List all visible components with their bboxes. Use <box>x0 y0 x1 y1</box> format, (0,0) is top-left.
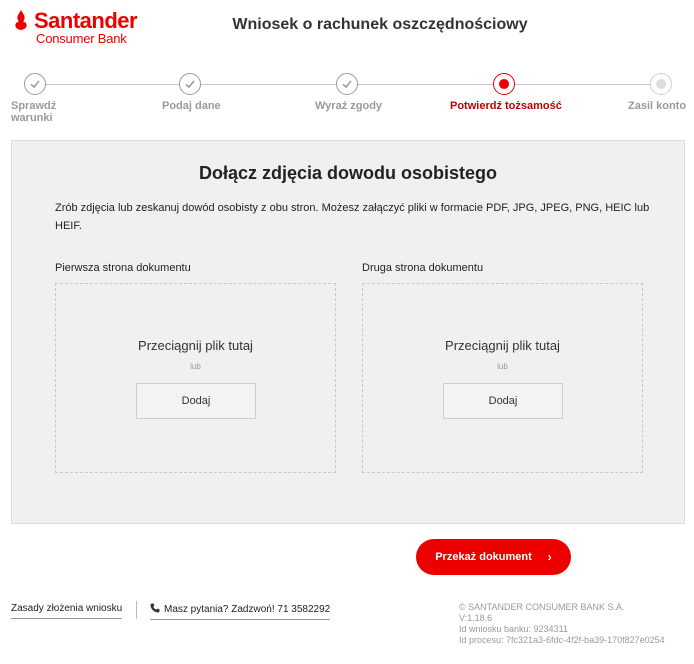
step-label-wyraz-zgody: Wyraź zgody <box>315 100 383 112</box>
section-title: Dołącz zdjęcia dowodu osobistego <box>198 163 498 183</box>
drop-text: Przeciągnij plik tutaj <box>445 338 560 353</box>
step-2-check-icon <box>179 73 201 95</box>
stepper-connector <box>201 84 336 85</box>
step-label-potwierdz-tozsamosc: Potwierdź tożsamość <box>450 100 562 112</box>
chevron-right-icon: › <box>547 550 552 564</box>
submit-label: Przekaż dokument <box>435 551 532 563</box>
step-5-dot-icon <box>650 73 672 95</box>
add-file-button-back[interactable]: Dodaj <box>443 383 563 419</box>
bank-id-text: Id wniosku banku: 9234311 <box>459 624 568 634</box>
rules-link[interactable]: Zasady złożenia wniosku <box>11 603 123 619</box>
section-description: Zrób zdjęcia lub zeskanuj dowód osobisty… <box>55 202 650 232</box>
brand-name: Santander <box>34 8 138 33</box>
upload-label-back: Druga strona dokumentu <box>362 262 484 274</box>
stepper-connector <box>46 84 179 85</box>
submit-document-button[interactable]: Przekaż dokument › <box>416 539 571 575</box>
footer-divider <box>136 601 137 619</box>
copyright-text: © SANTANDER CONSUMER BANK S.A. <box>459 602 625 612</box>
phone-link[interactable]: Masz pytania? Zadzwoń! 71 3582292 <box>150 603 331 620</box>
step-label-podaj-dane: Podaj dane <box>162 100 221 112</box>
phone-link-label: Masz pytania? Zadzwoń! 71 3582292 <box>164 604 331 615</box>
step-3-check-icon <box>336 73 358 95</box>
dropzone-back[interactable]: Przeciągnij plik tutaj lub Dodaj <box>362 283 643 473</box>
upload-label-front: Pierwsza strona dokumentu <box>55 262 191 274</box>
legal-info: © SANTANDER CONSUMER BANK S.A. V:1.18.6 … <box>459 602 665 646</box>
page-title: Wniosek o rachunek oszczędnościowy <box>232 16 528 33</box>
or-text: lub <box>190 362 201 371</box>
flame-icon <box>15 10 27 30</box>
santander-logo: Santander Consumer Bank <box>12 9 152 49</box>
stepper-connector <box>515 84 650 85</box>
dropzone-front[interactable]: Przeciągnij plik tutaj lub Dodaj <box>55 283 336 473</box>
brand-subtitle: Consumer Bank <box>36 31 127 46</box>
step-4-dot-icon <box>493 73 515 95</box>
upload-panel: Dołącz zdjęcia dowodu osobistego Zrób zd… <box>11 140 685 524</box>
version-text: V:1.18.6 <box>459 613 493 623</box>
step-1-check-icon <box>24 73 46 95</box>
phone-icon <box>150 603 160 613</box>
stepper-connector <box>358 84 493 85</box>
step-label-sprawdz-warunki: Sprawdź warunki <box>11 100 57 124</box>
step-label-zasil-konto: Zasil konto <box>628 100 687 112</box>
process-id-text: Id procesu: 7fc321a3-6fdc-4f2f-ba39-170f… <box>459 635 665 645</box>
add-file-button-front[interactable]: Dodaj <box>136 383 256 419</box>
or-text: lub <box>497 362 508 371</box>
drop-text: Przeciągnij plik tutaj <box>138 338 253 353</box>
